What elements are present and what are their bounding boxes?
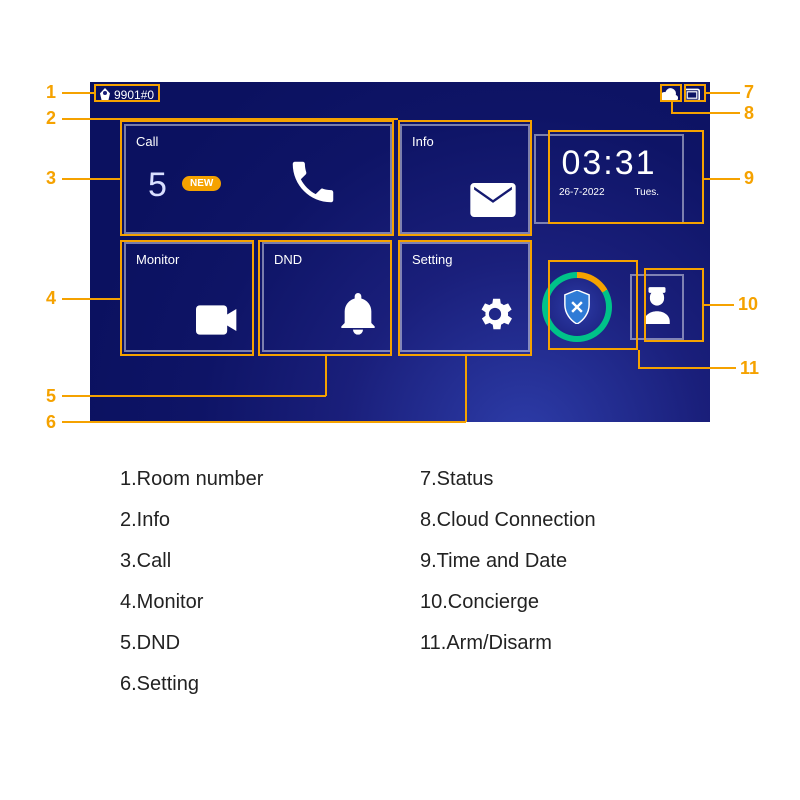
status-icons	[660, 88, 700, 102]
concierge-button[interactable]	[630, 274, 684, 340]
tile-monitor[interactable]: Monitor	[124, 242, 254, 352]
call-count: 5	[148, 166, 167, 205]
callout-num-6: 6	[46, 412, 56, 433]
legend-10: 10.Concierge	[420, 591, 680, 614]
tile-info-label: Info	[412, 134, 434, 149]
callout-num-1: 1	[46, 82, 56, 103]
shield-x-icon	[562, 290, 592, 324]
legend-3: 3.Call	[120, 550, 380, 573]
callout-num-5: 5	[46, 386, 56, 407]
tile-info[interactable]: Info	[400, 124, 530, 234]
tile-grid: Call 5 NEW Info Monitor DND	[124, 124, 530, 352]
legend-11: 11.Arm/Disarm	[420, 632, 680, 655]
callout-num-3: 3	[46, 168, 56, 189]
tile-setting-label: Setting	[412, 252, 452, 267]
legend-5: 5.DND	[120, 632, 380, 655]
intercom-screen: 9901#0 Call 5 NEW Info	[90, 82, 710, 422]
new-badge: NEW	[182, 176, 221, 191]
legend-4: 4.Monitor	[120, 591, 380, 614]
room-number: 9901#0	[100, 88, 154, 102]
envelope-icon	[470, 183, 516, 220]
legend-8: 8.Cloud Connection	[420, 509, 680, 532]
clock-time: 03:31	[536, 144, 682, 183]
phone-icon	[286, 155, 340, 212]
legend-2: 2.Info	[120, 509, 380, 532]
callout-num-10: 10	[738, 294, 758, 315]
tile-monitor-label: Monitor	[136, 252, 179, 267]
legend-7: 7.Status	[420, 468, 680, 491]
callout-num-2: 2	[46, 108, 56, 129]
legend-6: 6.Setting	[120, 673, 380, 696]
callout-num-8: 8	[744, 103, 754, 124]
concierge-icon	[640, 287, 674, 327]
clock-panel[interactable]: 03:31 26-7-2022 Tues.	[534, 134, 684, 224]
callout-num-7: 7	[744, 82, 754, 103]
cloud-icon	[660, 88, 678, 102]
location-pin-icon	[100, 88, 110, 102]
callout-num-11: 11	[740, 358, 759, 379]
legend-1: 1.Room number	[120, 468, 380, 491]
tile-dnd[interactable]: DND	[262, 242, 392, 352]
room-number-text: 9901#0	[114, 88, 154, 102]
bell-icon	[338, 291, 378, 338]
tile-call-label: Call	[136, 134, 158, 149]
tile-setting[interactable]: Setting	[400, 242, 530, 352]
clock-weekday: Tues.	[634, 187, 659, 198]
tile-call[interactable]: Call 5 NEW	[124, 124, 392, 234]
callout-num-4: 4	[46, 288, 56, 309]
sd-card-icon	[684, 88, 700, 102]
arm-disarm-button[interactable]	[534, 264, 620, 350]
tile-dnd-label: DND	[274, 252, 302, 267]
callout-num-9: 9	[744, 168, 754, 189]
gear-icon	[474, 293, 516, 338]
leader-7	[706, 92, 740, 94]
top-bar: 9901#0	[90, 82, 710, 108]
legend-9: 9.Time and Date	[420, 550, 680, 573]
clock-date: 26-7-2022	[559, 187, 605, 198]
legend: 1.Room number 7.Status 2.Info 8.Cloud Co…	[120, 468, 680, 696]
camera-icon	[196, 305, 240, 338]
